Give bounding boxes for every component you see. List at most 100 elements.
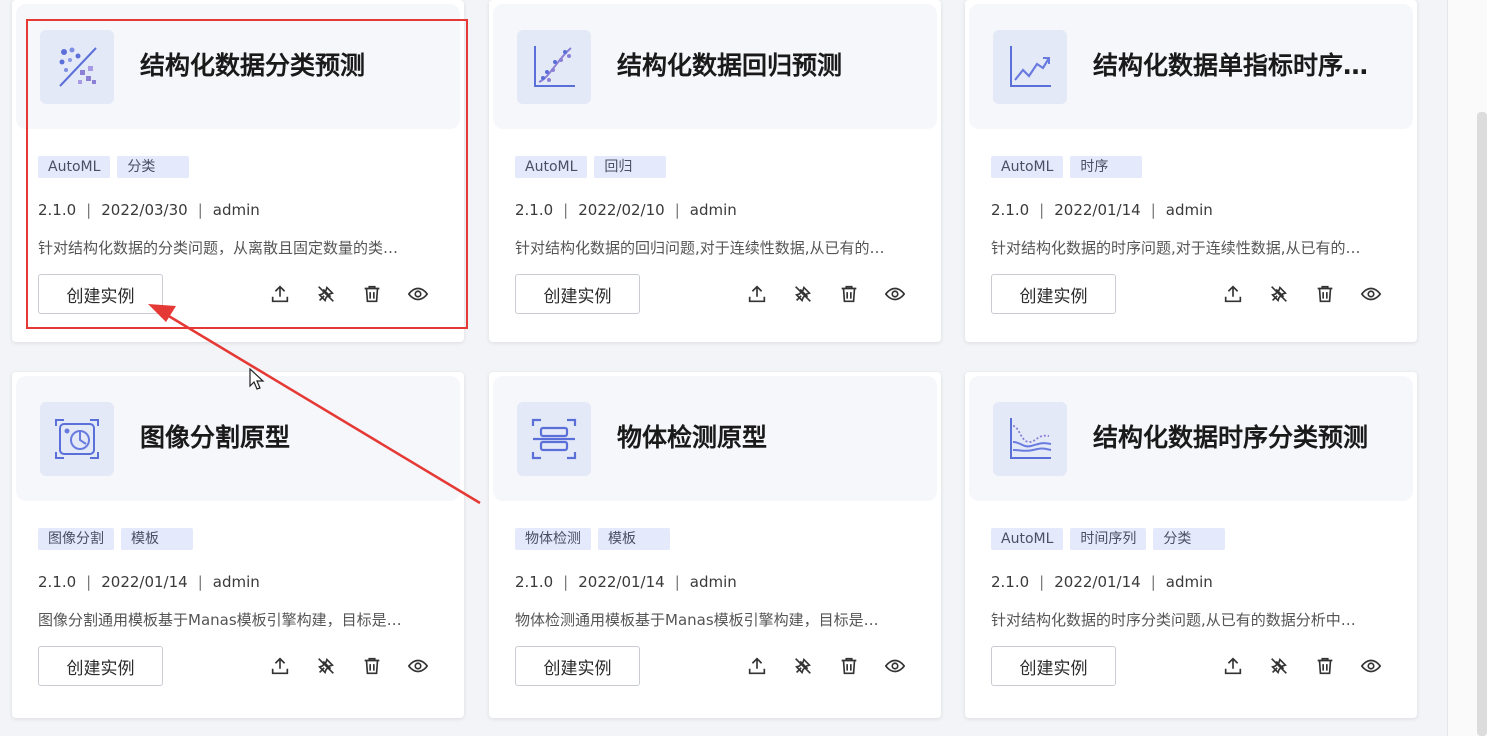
unpin-icon[interactable] xyxy=(1267,282,1291,306)
date: 2022/01/14 xyxy=(1054,201,1141,219)
view-icon[interactable] xyxy=(406,654,430,678)
template-card[interactable]: 结构化数据时序分类预测 AutoML 时间序列 分类 2.1.0 | 2022/01… xyxy=(965,372,1417,718)
template-card[interactable]: 图像分割原型 图像分割 模板 2.1.0 | 2022/01/14 | admin 图像… xyxy=(12,372,464,718)
create-instance-button[interactable]: 创建实例 xyxy=(38,646,163,686)
regression-scatter-icon xyxy=(517,30,591,104)
card-description: 物体检测通用模板基于Manas模板引擎构建，目标是… xyxy=(515,611,879,629)
create-instance-button[interactable]: 创建实例 xyxy=(515,646,640,686)
date: 2022/01/14 xyxy=(101,573,188,591)
card-description: 针对结构化数据的时序分类问题,从已有的数据分析中… xyxy=(991,611,1356,629)
card-header: 结构化数据时序分类预测 xyxy=(969,376,1413,501)
tag: 回归 xyxy=(594,156,667,178)
tag: AutoML xyxy=(38,156,111,178)
card-meta: 2.1.0 | 2022/01/14 | admin xyxy=(38,573,260,591)
version: 2.1.0 xyxy=(38,201,77,219)
delete-icon[interactable] xyxy=(837,654,861,678)
version: 2.1.0 xyxy=(515,573,554,591)
author: admin xyxy=(689,201,737,219)
author: admin xyxy=(1165,573,1213,591)
date: 2022/03/30 xyxy=(101,201,188,219)
author: admin xyxy=(689,573,737,591)
view-icon[interactable] xyxy=(883,282,907,306)
tag: AutoML xyxy=(991,528,1064,550)
upload-icon[interactable] xyxy=(745,282,769,306)
card-header: 物体检测原型 xyxy=(493,376,937,501)
date: 2022/01/14 xyxy=(1054,573,1141,591)
version: 2.1.0 xyxy=(515,201,554,219)
timeseries-line-icon xyxy=(993,30,1067,104)
author: admin xyxy=(212,201,260,219)
tag-list: AutoML 回归 xyxy=(515,156,667,178)
card-title: 结构化数据回归预测 xyxy=(617,51,843,80)
unpin-icon[interactable] xyxy=(791,654,815,678)
card-title: 结构化数据单指标时序… xyxy=(1093,51,1369,80)
card-actions xyxy=(268,654,430,678)
create-instance-button[interactable]: 创建实例 xyxy=(515,274,640,314)
card-meta: 2.1.0 | 2022/01/14 | admin xyxy=(991,201,1213,219)
view-icon[interactable] xyxy=(1359,654,1383,678)
tag: AutoML xyxy=(515,156,588,178)
template-card[interactable]: 物体检测原型 物体检测 模板 2.1.0 | 2022/01/14 | admin 物体… xyxy=(489,372,941,718)
tag: 模板 xyxy=(598,528,670,550)
upload-icon[interactable] xyxy=(745,654,769,678)
tag-list: 图像分割 模板 xyxy=(38,528,193,550)
card-header: 结构化数据分类预测 xyxy=(16,4,460,129)
classification-scatter-icon xyxy=(40,30,114,104)
card-actions xyxy=(268,282,430,306)
tag-list: AutoML 时间序列 分类 xyxy=(991,528,1226,550)
view-icon[interactable] xyxy=(406,282,430,306)
upload-icon[interactable] xyxy=(1221,282,1245,306)
tag-list: 物体检测 模板 xyxy=(515,528,670,550)
create-instance-button[interactable]: 创建实例 xyxy=(38,274,163,314)
create-instance-button[interactable]: 创建实例 xyxy=(991,646,1116,686)
card-title: 物体检测原型 xyxy=(617,423,768,452)
version: 2.1.0 xyxy=(991,201,1030,219)
template-card[interactable]: 结构化数据单指标时序… AutoML 时序 2.1.0 | 2022/01/14 | a… xyxy=(965,0,1417,342)
upload-icon[interactable] xyxy=(268,282,292,306)
card-title: 结构化数据分类预测 xyxy=(140,51,366,80)
card-description: 针对结构化数据的时序问题,对于连续性数据,从已有的… xyxy=(991,239,1361,257)
upload-icon[interactable] xyxy=(1221,654,1245,678)
tag: 模板 xyxy=(121,528,193,550)
unpin-icon[interactable] xyxy=(314,282,338,306)
delete-icon[interactable] xyxy=(1313,654,1337,678)
template-card[interactable]: 结构化数据分类预测 AutoML 分类 2.1.0 | 2022/03/30 | adm… xyxy=(12,0,464,342)
unpin-icon[interactable] xyxy=(314,654,338,678)
image-segmentation-icon xyxy=(40,402,114,476)
version: 2.1.0 xyxy=(38,573,77,591)
tag: 时间序列 xyxy=(1070,528,1147,550)
delete-icon[interactable] xyxy=(360,654,384,678)
template-grid: 结构化数据分类预测 AutoML 分类 2.1.0 | 2022/03/30 | adm… xyxy=(0,0,1487,736)
object-detection-icon xyxy=(517,402,591,476)
card-meta: 2.1.0 | 2022/02/10 | admin xyxy=(515,201,737,219)
card-actions xyxy=(1221,282,1383,306)
view-icon[interactable] xyxy=(883,654,907,678)
delete-icon[interactable] xyxy=(1313,282,1337,306)
card-header: 图像分割原型 xyxy=(16,376,460,501)
upload-icon[interactable] xyxy=(268,654,292,678)
tag: 时序 xyxy=(1070,156,1143,178)
view-icon[interactable] xyxy=(1359,282,1383,306)
tag: 物体检测 xyxy=(515,528,591,550)
card-actions xyxy=(745,282,907,306)
card-actions xyxy=(1221,654,1383,678)
scrollbar-thumb[interactable] xyxy=(1477,112,1487,736)
tag-list: AutoML 分类 xyxy=(38,156,190,178)
card-title: 结构化数据时序分类预测 xyxy=(1093,423,1369,452)
unpin-icon[interactable] xyxy=(1267,654,1291,678)
author: admin xyxy=(212,573,260,591)
delete-icon[interactable] xyxy=(360,282,384,306)
date: 2022/02/10 xyxy=(578,201,665,219)
card-header: 结构化数据单指标时序… xyxy=(969,4,1413,129)
timeseries-area-icon xyxy=(993,402,1067,476)
card-meta: 2.1.0 | 2022/03/30 | admin xyxy=(38,201,260,219)
tag-list: AutoML 时序 xyxy=(991,156,1143,178)
delete-icon[interactable] xyxy=(837,282,861,306)
unpin-icon[interactable] xyxy=(791,282,815,306)
template-card[interactable]: 结构化数据回归预测 AutoML 回归 2.1.0 | 2022/02/10 | adm… xyxy=(489,0,941,342)
create-instance-button[interactable]: 创建实例 xyxy=(991,274,1116,314)
card-meta: 2.1.0 | 2022/01/14 | admin xyxy=(991,573,1213,591)
card-meta: 2.1.0 | 2022/01/14 | admin xyxy=(515,573,737,591)
card-header: 结构化数据回归预测 xyxy=(493,4,937,129)
tag: 分类 xyxy=(117,156,190,178)
